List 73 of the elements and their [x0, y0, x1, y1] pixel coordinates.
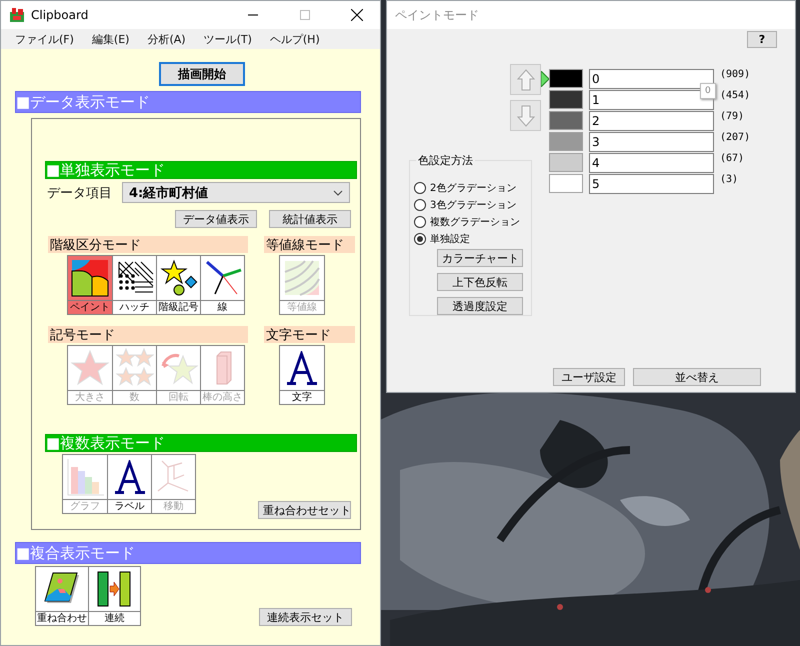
contour-map-icon: [282, 258, 322, 298]
tool-tile[interactable]: 線: [200, 256, 244, 314]
section-header: ■複数表示モード: [45, 434, 357, 452]
sort-button[interactable]: 並べ替え: [633, 368, 761, 386]
window-title: Clipboard: [31, 8, 90, 22]
class-value-field[interactable]: 2: [589, 110, 714, 130]
group-title: 色設定方法: [416, 153, 475, 168]
menu-item[interactable]: ヘルプ(H): [270, 32, 320, 46]
move-down-button[interactable]: [510, 100, 541, 131]
tool-tile[interactable]: ペイント: [68, 256, 112, 314]
move-up-button[interactable]: [510, 64, 541, 95]
action-button[interactable]: 統計値表示: [269, 210, 351, 228]
menu-item[interactable]: 分析(A): [147, 32, 186, 46]
start-drawing-button[interactable]: 描画開始: [159, 62, 245, 86]
count-label: (79): [720, 111, 744, 122]
user-settings-button[interactable]: ユーザ設定: [553, 368, 625, 386]
radio-option[interactable]: 2色グラデーション: [414, 179, 531, 196]
data-item-dropdown[interactable]: 4:経市町村値: [122, 182, 350, 203]
menu-item[interactable]: 編集(E): [92, 32, 130, 46]
bar-chart-icon: [65, 457, 105, 497]
class-value-field[interactable]: 3: [589, 132, 714, 152]
arrow-down-icon: [516, 104, 534, 126]
tool-tile[interactable]: 連続: [88, 567, 140, 625]
tooltip: 0: [700, 83, 716, 99]
arrow-up-icon: [516, 68, 534, 90]
app-logo-icon: [9, 7, 25, 23]
tool-tile[interactable]: ハッチ: [112, 256, 156, 314]
section-header: ■単独表示モード: [45, 161, 357, 179]
class-value-field[interactable]: 4: [589, 152, 714, 172]
tool-tile[interactable]: 階級記号: [156, 256, 200, 314]
color-swatch[interactable]: [549, 174, 583, 193]
group-heading: 文字モード: [264, 326, 355, 343]
group-heading: 階級区分モード: [48, 236, 248, 253]
section-header: ■複合表示モード: [15, 542, 361, 564]
count-label: (454): [720, 90, 750, 101]
radio-option[interactable]: 複数グラデーション: [414, 213, 531, 230]
help-button[interactable]: ?: [747, 31, 777, 48]
section-header: ■データ表示モード: [15, 91, 361, 113]
color-swatch[interactable]: [549, 111, 583, 130]
menu-item[interactable]: ツール(T): [204, 32, 252, 46]
radio-option[interactable]: 単独設定: [414, 230, 531, 247]
radio-option[interactable]: 3色グラデーション: [414, 196, 531, 213]
sequence-set-button[interactable]: 連続表示セット: [259, 608, 352, 626]
window-title: ペイントモード: [395, 6, 480, 24]
class-value-field[interactable]: 5: [589, 174, 714, 194]
action-button[interactable]: 上下色反転: [437, 273, 523, 291]
chevron-down-icon: [333, 190, 343, 196]
tool-tile[interactable]: 重ね合わせ: [36, 567, 88, 625]
action-button[interactable]: データ値表示: [175, 210, 257, 228]
shapes-icon: [158, 258, 198, 298]
field-label: データ項目: [47, 184, 112, 202]
map-icon: [70, 258, 110, 298]
color-swatch[interactable]: [549, 153, 583, 172]
action-button[interactable]: カラーチャート: [437, 249, 523, 267]
action-button[interactable]: 透過度設定: [437, 297, 523, 315]
group-heading: 記号モード: [48, 326, 248, 343]
tool-tile[interactable]: 文字: [280, 346, 324, 404]
color-swatch[interactable]: [549, 69, 583, 88]
count-label: (3): [720, 174, 738, 185]
count-label: (207): [720, 132, 750, 143]
tool-tile[interactable]: ラベル: [107, 455, 151, 513]
count-label: (909): [720, 69, 750, 80]
stars-icon: [114, 348, 154, 388]
maximize-icon: [300, 10, 310, 20]
row-pointer-icon: [541, 70, 549, 86]
color-swatch[interactable]: [549, 132, 583, 151]
star-icon: [70, 348, 110, 388]
count-label: (67): [720, 153, 744, 164]
overlay-set-button[interactable]: 重ね合わせセット: [258, 501, 351, 519]
menu-item[interactable]: ファイル(F): [15, 32, 74, 46]
color-swatch[interactable]: [549, 90, 583, 109]
close-icon: [351, 9, 363, 21]
group-heading: 等値線モード: [264, 236, 355, 253]
